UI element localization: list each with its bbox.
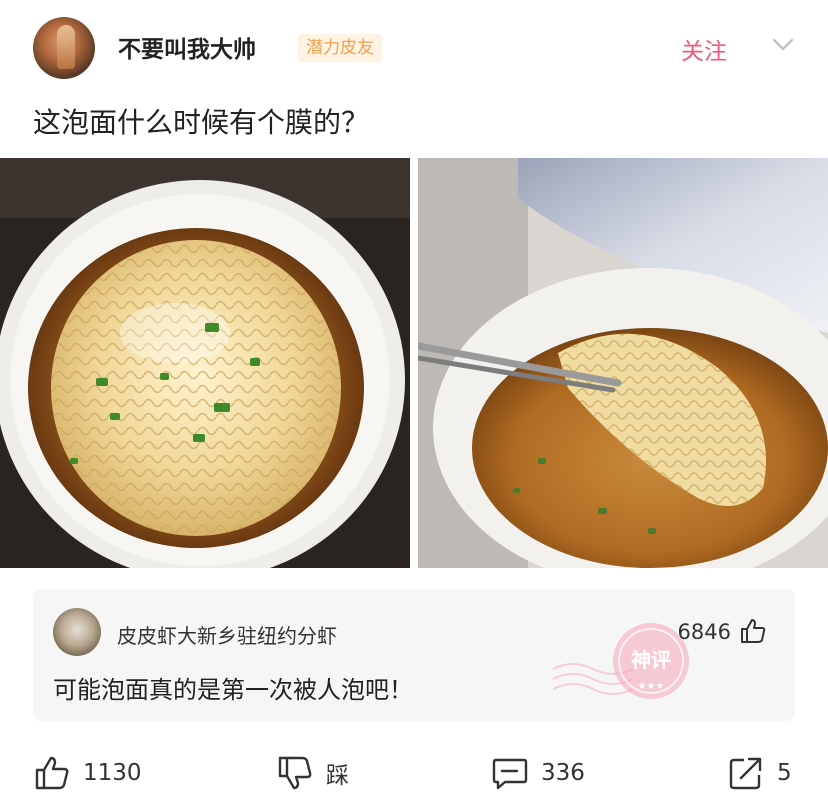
thumbs-down-icon <box>278 756 312 790</box>
share-button[interactable]: 5 <box>727 745 792 801</box>
dislike-button[interactable]: 踩 <box>276 745 349 801</box>
post-header: 不要叫我大帅 潜力皮友 关注 <box>0 0 828 96</box>
thumbs-up-icon <box>35 756 69 790</box>
hot-comment[interactable]: 皮皮虾大新乡驻纽约分虾 神评 ★★★ 6846 可能泡面真的是第一次被人泡吧！ <box>33 589 795 721</box>
comment-count: 336 <box>541 760 585 786</box>
thumbs-up-icon[interactable] <box>739 617 767 645</box>
svg-text:神评: 神评 <box>631 648 671 672</box>
commenter-name[interactable]: 皮皮虾大新乡驻纽约分虾 <box>117 620 337 649</box>
follow-button[interactable]: 关注 <box>681 32 727 66</box>
share-arrow-icon <box>729 757 762 790</box>
like-button[interactable]: 1130 <box>33 745 142 801</box>
comment-button[interactable]: 336 <box>491 745 585 801</box>
post-image-1[interactable] <box>0 158 410 568</box>
author-badge: 潜力皮友 <box>298 34 382 62</box>
action-bar: 1130 踩 336 5 <box>0 745 828 801</box>
dislike-label: 踩 <box>326 763 349 789</box>
post-image-2[interactable] <box>418 158 828 568</box>
comment-text: 可能泡面真的是第一次被人泡吧！ <box>53 676 413 704</box>
svg-text:★★★: ★★★ <box>638 681 665 692</box>
comment-like-count: 6846 <box>677 620 731 644</box>
commenter-avatar[interactable] <box>53 608 101 656</box>
share-count: 5 <box>777 760 792 786</box>
author-avatar[interactable] <box>33 17 95 79</box>
chevron-down-icon[interactable] <box>772 38 794 52</box>
author-name[interactable]: 不要叫我大帅 <box>118 30 256 64</box>
like-count: 1130 <box>83 760 142 786</box>
post-text: 这泡面什么时候有个膜的？ <box>33 106 370 139</box>
comment-bubble-icon <box>492 758 528 790</box>
